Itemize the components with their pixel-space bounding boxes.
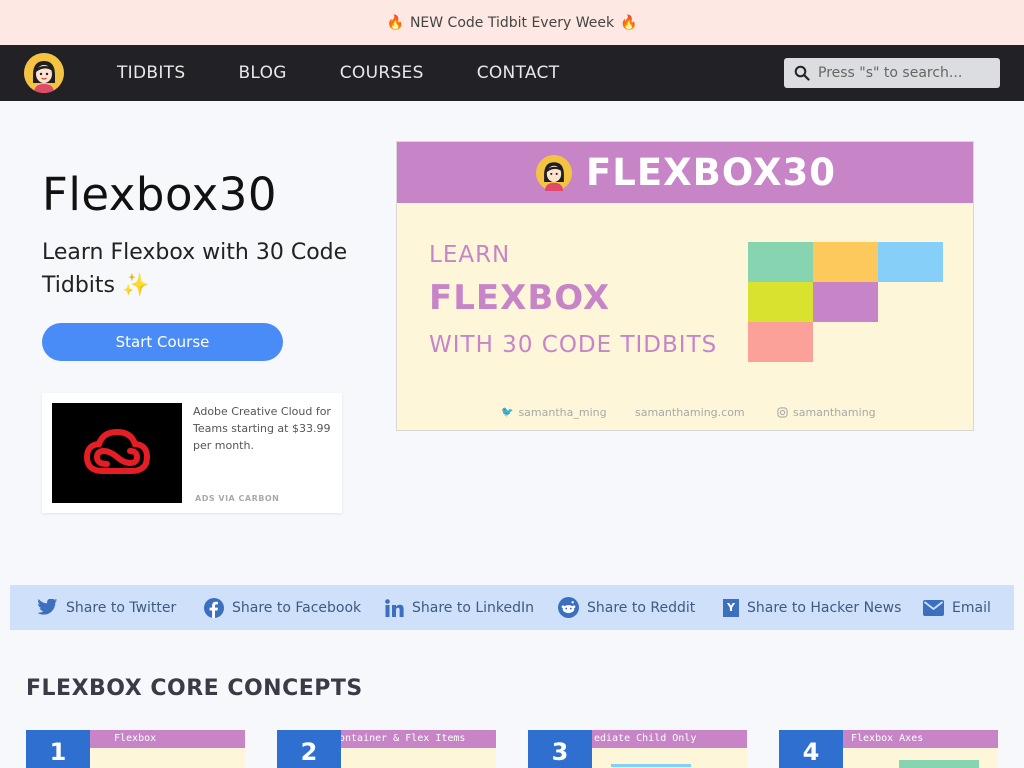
share-hackernews-label: Share to Hacker News [747, 599, 902, 616]
share-reddit-label: Share to Reddit [587, 599, 696, 616]
share-bar: Share to Twitter Share to Facebook Share… [10, 585, 1014, 630]
card-preview-box [899, 760, 979, 768]
site-logo[interactable] [24, 53, 64, 93]
announcement-text: NEW Code Tidbit Every Week [409, 14, 615, 31]
share-linkedin-label: Share to LinkedIn [412, 599, 535, 616]
block-blue [878, 242, 943, 282]
banner-with: WITH 30 CODE TIDBITS [429, 332, 718, 358]
announcement-bar[interactable]: 🔥 NEW Code Tidbit Every Week 🔥 [0, 0, 1024, 45]
search-icon [794, 65, 810, 81]
twitter-icon: 🐦 [501, 407, 514, 418]
nav-courses[interactable]: COURSES [340, 63, 424, 83]
creative-cloud-icon [83, 428, 151, 474]
share-twitter-label: Share to Twitter [66, 599, 177, 616]
share-linkedin[interactable]: Share to LinkedIn [385, 598, 535, 617]
card-number: 4 [779, 730, 843, 768]
block-lime [748, 282, 813, 322]
block-pink [748, 322, 813, 362]
nav-blog[interactable]: BLOG [238, 63, 286, 83]
banner-flexbox: FLEXBOX [429, 278, 611, 318]
tidbit-card-4[interactable]: Flexbox Axes 4 [779, 730, 998, 768]
carbon-ad[interactable]: Adobe Creative Cloud for Teams starting … [42, 393, 342, 513]
page-title: Flexbox30 [42, 168, 278, 221]
fire-icon: 🔥 [620, 14, 638, 31]
banner-twitter: 🐦 samantha_ming [501, 406, 607, 419]
course-banner: FLEXBOX30 LEARN FLEXBOX WITH 30 CODE TID… [396, 141, 974, 431]
hackernews-icon: Y [723, 598, 739, 617]
banner-instagram: samanthaming [777, 406, 876, 419]
sparkles-icon: ✨ [122, 273, 150, 298]
instagram-icon [777, 407, 788, 418]
share-hackernews[interactable]: Y Share to Hacker News [723, 598, 902, 617]
ad-attribution[interactable]: ADS VIA CARBON [195, 494, 279, 503]
banner-learn: LEARN [429, 242, 511, 268]
share-facebook-label: Share to Facebook [232, 599, 362, 616]
adobe-cc-logo[interactable] [52, 403, 182, 503]
tidbit-card-2[interactable]: ontainer & Flex Items 2 [277, 730, 496, 768]
reddit-icon [558, 597, 579, 618]
search-input[interactable] [818, 65, 988, 81]
start-course-button[interactable]: Start Course [42, 323, 283, 361]
tidbit-card-1[interactable]: Flexbox 1 [26, 730, 245, 768]
search-box[interactable] [784, 58, 1000, 88]
page-subtitle: Learn Flexbox with 30 Code Tidbits ✨ [42, 236, 362, 302]
block-orange [813, 242, 878, 282]
fire-icon: 🔥 [386, 14, 404, 31]
linkedin-icon [385, 598, 404, 617]
share-facebook[interactable]: Share to Facebook [204, 597, 362, 618]
share-twitter[interactable]: Share to Twitter [38, 599, 176, 616]
section-title: FLEXBOX CORE CONCEPTS [26, 676, 363, 701]
share-email-label: Email [952, 599, 991, 616]
block-purple [813, 282, 878, 322]
avatar-icon [535, 154, 572, 191]
card-number: 2 [277, 730, 341, 768]
share-reddit[interactable]: Share to Reddit [558, 597, 695, 618]
banner-website: samanthaming.com [635, 406, 745, 419]
card-number: 3 [528, 730, 592, 768]
main-nav: TIDBITS BLOG COURSES CONTACT [0, 45, 1024, 101]
share-email[interactable]: Email [923, 599, 991, 616]
card-number: 1 [26, 730, 90, 768]
subtitle-text: Learn Flexbox with 30 Code Tidbits [42, 240, 348, 298]
website-text: samanthaming.com [635, 406, 745, 419]
block-green [748, 242, 813, 282]
instagram-handle: samanthaming [793, 406, 876, 419]
twitter-icon [38, 599, 58, 615]
tidbit-card-3[interactable]: ediate Child Only 3 [528, 730, 747, 768]
avatar-icon [24, 53, 64, 93]
nav-contact[interactable]: CONTACT [477, 63, 560, 83]
banner-title: FLEXBOX30 [585, 151, 836, 194]
nav-tidbits[interactable]: TIDBITS [117, 63, 185, 83]
ad-copy[interactable]: Adobe Creative Cloud for Teams starting … [193, 403, 333, 454]
twitter-handle: samantha_ming [518, 406, 607, 419]
banner-header: FLEXBOX30 [397, 142, 973, 203]
facebook-icon [204, 597, 224, 618]
email-icon [923, 599, 944, 616]
card-preview-line [611, 764, 691, 767]
